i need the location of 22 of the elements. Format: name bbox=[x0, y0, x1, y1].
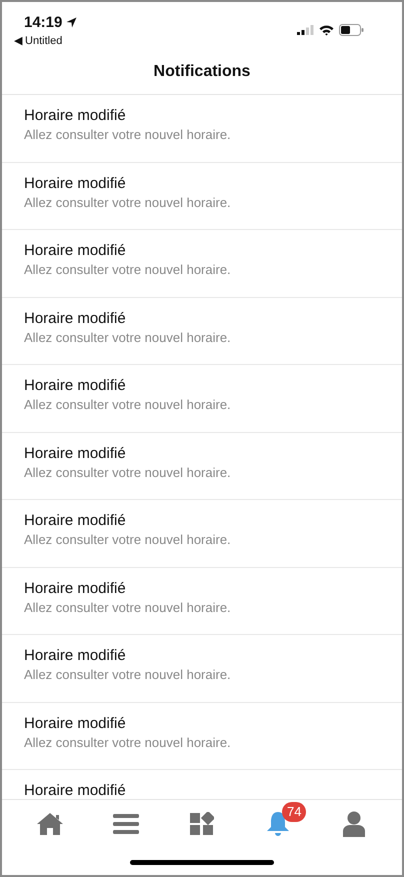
notification-item[interactable]: Horaire modifié Allez consulter votre nouvel horaire. bbox=[2, 298, 402, 365]
notification-item[interactable]: Horaire modifié Allez consulter votre nouvel horaire. bbox=[2, 635, 402, 702]
wifi-icon bbox=[319, 24, 334, 36]
user-icon bbox=[343, 811, 365, 837]
notification-item[interactable]: Horaire modifié Allez consulter votre nouvel horaire. bbox=[2, 95, 402, 162]
notification-count: 74 bbox=[282, 802, 306, 822]
back-to-app-link[interactable]: ◀ Untitled bbox=[14, 34, 78, 47]
notification-item[interactable]: Horaire modifié Allez consulter votre nouvel horaire. bbox=[2, 432, 402, 500]
notification-item[interactable]: Horaire modifié Allez consulter votre nouvel horaire. bbox=[2, 568, 402, 635]
notification-item[interactable]: Horaire modifié Allez consulter votre nouvel horaire. bbox=[2, 500, 402, 568]
notification-item[interactable]: Horaire modifié Allez consulter votre nouvel horaire. bbox=[2, 702, 402, 770]
notification-item[interactable]: Horaire modifié Allez consulter votre nouvel horaire. bbox=[2, 365, 402, 432]
menu-icon bbox=[113, 813, 139, 835]
notification-item[interactable]: Horaire modifié Allez consulter votre nouvel horaire. bbox=[2, 230, 402, 298]
status-time: 14:19 bbox=[24, 14, 62, 31]
page-title: Notifications bbox=[154, 63, 250, 81]
location-arrow-icon bbox=[66, 17, 78, 28]
grid-icon bbox=[190, 812, 214, 836]
battery-icon bbox=[339, 24, 364, 36]
home-icon bbox=[36, 812, 64, 836]
signal-icon bbox=[297, 25, 314, 35]
notification-item[interactable]: Horaire modifié Allez consulter votre nouvel horaire. bbox=[2, 162, 402, 230]
